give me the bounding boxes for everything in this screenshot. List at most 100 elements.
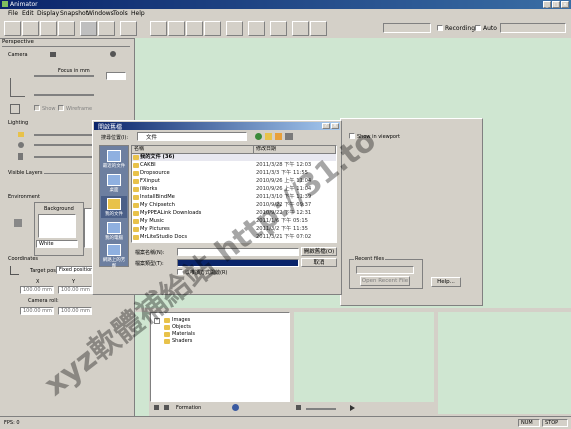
render-tool-button[interactable]	[120, 21, 137, 36]
tree-item-images[interactable]: Images	[172, 317, 190, 323]
camera-icon	[50, 52, 56, 57]
background-color-select[interactable]: White	[36, 240, 78, 248]
tree-item-shaders[interactable]: Shaders	[172, 338, 192, 344]
show-checkbox[interactable]	[34, 105, 40, 111]
tree-prev-icon[interactable]	[154, 405, 159, 410]
screen-button-2[interactable]	[292, 21, 309, 36]
screen-button-1[interactable]	[270, 21, 287, 36]
lookin-dropdown[interactable]: 文件	[137, 132, 247, 141]
open-button[interactable]: 開啟舊檔(O)	[301, 247, 337, 256]
target-pos-label: Target pos:	[30, 268, 58, 274]
new-folder-icon[interactable]	[275, 133, 282, 140]
camera-tool-button[interactable]	[80, 21, 97, 36]
place-computer[interactable]: 我的電腦	[101, 220, 127, 242]
focus-slider[interactable]	[34, 75, 94, 77]
menu-windows[interactable]: Windows	[87, 10, 114, 17]
zoom-tool-button[interactable]	[58, 21, 75, 36]
mode-dropdown[interactable]	[500, 23, 566, 33]
bottom-middle-viewport[interactable]	[294, 312, 434, 402]
view-button[interactable]	[226, 21, 243, 36]
tree-item-objects[interactable]: Objects	[172, 324, 191, 330]
menu-display[interactable]: Display	[37, 10, 59, 17]
file-list-header: 名稱 修改日期	[132, 146, 336, 154]
zoom-in-button[interactable]	[186, 21, 203, 36]
tree-item-materials[interactable]: Materials	[172, 331, 195, 337]
minimize-button[interactable]: _	[543, 1, 551, 8]
desktop-icon	[107, 174, 121, 186]
x-input[interactable]: 100.00 mm	[20, 286, 54, 294]
light-tool-button[interactable]	[98, 21, 115, 36]
file-name: My Music	[140, 218, 164, 224]
computer-icon	[107, 222, 121, 234]
up-folder-icon[interactable]	[265, 133, 272, 140]
tree-folder-icon-4	[164, 339, 170, 344]
place-recent-label: 最近的文件	[102, 164, 126, 169]
place-network[interactable]: 網路上的芳鄰	[101, 242, 127, 269]
recent-files-label: Recent files	[354, 256, 386, 262]
background-preview[interactable]	[38, 214, 76, 238]
light-bulb-icon	[18, 142, 24, 148]
help-circle-icon[interactable]	[232, 404, 239, 411]
playback-icon-left[interactable]	[296, 405, 301, 410]
back-icon[interactable]	[255, 133, 262, 140]
focus-input[interactable]	[106, 72, 126, 80]
pan-tool-button[interactable]	[40, 21, 57, 36]
frame-dropdown[interactable]	[383, 23, 431, 33]
place-recent[interactable]: 最近的文件	[101, 148, 127, 170]
status-cell-num: NUM	[518, 419, 540, 427]
light-slider-1[interactable]	[34, 134, 94, 136]
auto-label: Auto	[483, 25, 497, 32]
close-button[interactable]: ×	[561, 1, 569, 8]
menu-tools[interactable]: Tools	[113, 10, 128, 17]
roll-y-input[interactable]: 100.00 mm	[58, 307, 92, 315]
menu-snapshot[interactable]: Snapshot	[60, 10, 88, 17]
menu-edit[interactable]: Edit	[22, 10, 34, 17]
view-menu-icon[interactable]	[285, 133, 293, 140]
scene-tree[interactable]	[150, 312, 290, 402]
visible-layers-label: Visible Layers	[8, 170, 43, 176]
environment-preview-right[interactable]	[84, 208, 92, 248]
place-documents[interactable]: 我的文件	[101, 196, 127, 218]
recent-icon	[107, 150, 121, 162]
play-icon[interactable]	[350, 405, 355, 411]
tree-next-icon[interactable]	[164, 405, 169, 410]
light-slider-2[interactable]	[34, 144, 94, 146]
lighting-label: Lighting	[8, 120, 29, 126]
timeline-slider[interactable]	[306, 408, 336, 410]
place-desktop[interactable]: 桌面	[101, 172, 127, 194]
file-name: My Pictures	[140, 226, 170, 232]
auto-checkbox[interactable]	[475, 25, 481, 31]
help-button[interactable]: Help...	[431, 277, 461, 287]
menu-help[interactable]: Help	[131, 10, 145, 17]
undo-button[interactable]	[150, 21, 167, 36]
screen-button-3[interactable]	[310, 21, 327, 36]
cancel-button[interactable]: 取消	[301, 258, 337, 267]
light-slider-3[interactable]	[34, 156, 94, 158]
select-tool-button[interactable]	[4, 21, 21, 36]
redo-button[interactable]	[168, 21, 185, 36]
roll-x-input[interactable]: 100.00 mm	[20, 307, 54, 315]
target-pos-select[interactable]: Fixed position	[56, 266, 96, 274]
column-header-name[interactable]: 名稱	[132, 146, 254, 153]
dialog-close-button[interactable]: ×	[331, 123, 339, 129]
maximize-button[interactable]: □	[552, 1, 560, 8]
wireframe-checkbox[interactable]	[58, 105, 64, 111]
recent-files-group: Recent files Open Recent File	[349, 256, 423, 289]
folder-icon	[133, 219, 139, 224]
open-recent-file-button[interactable]: Open Recent File	[360, 276, 410, 286]
object-button[interactable]	[248, 21, 265, 36]
wireframe-label: Wireframe	[66, 106, 93, 112]
folder-icon	[133, 155, 139, 160]
zoom-slider[interactable]	[34, 94, 94, 96]
dialog-help-button[interactable]: ?	[322, 123, 330, 129]
file-name: CAKBI	[140, 162, 156, 168]
y-input[interactable]: 100.00 mm	[58, 286, 92, 294]
recording-checkbox[interactable]	[437, 25, 443, 31]
recent-files-dropdown[interactable]	[356, 266, 414, 274]
bottom-right-viewport[interactable]	[438, 312, 571, 414]
menu-file[interactable]: File	[8, 10, 18, 17]
x-axis-label: X	[36, 279, 40, 285]
lamp-button[interactable]	[204, 21, 221, 36]
folder-icon	[133, 187, 139, 192]
rotate-tool-button[interactable]	[22, 21, 39, 36]
